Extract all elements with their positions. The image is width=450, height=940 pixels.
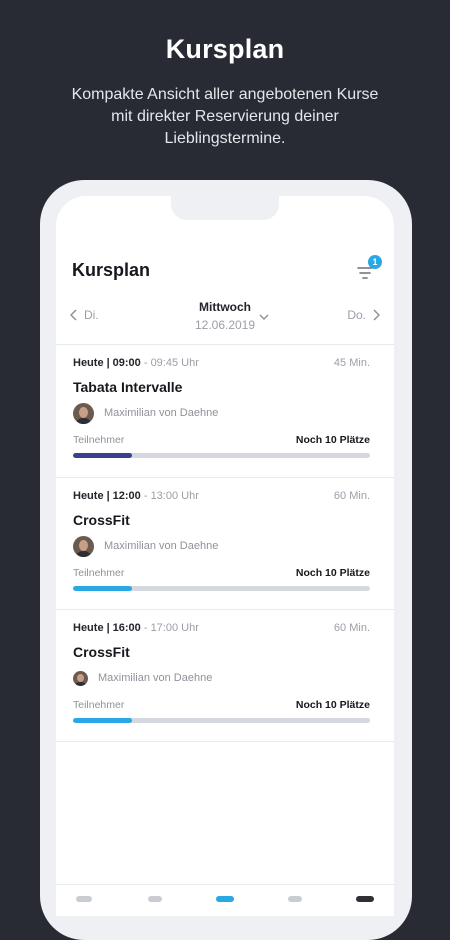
course-start: 09:00 xyxy=(112,357,141,369)
capacity-bar-fill xyxy=(73,718,133,723)
course-duration: 60 Min. xyxy=(333,490,370,502)
course-day: Heute xyxy=(73,622,104,634)
phone-notch xyxy=(171,196,279,220)
course-title: Tabata Intervalle xyxy=(73,379,183,395)
course-start: 16:00 xyxy=(112,622,141,634)
promo-subtitle: Kompakte Ansicht aller angebotenen Kurse… xyxy=(71,86,379,147)
spots-available: Noch 10 Plätze xyxy=(295,434,370,446)
chevron-down-icon xyxy=(259,314,269,320)
course-day: Heute xyxy=(73,357,104,369)
divider xyxy=(56,741,394,742)
avatar xyxy=(73,535,94,557)
tab-stats[interactable] xyxy=(288,896,302,902)
tab-bar-border xyxy=(56,884,394,885)
course-title: CrossFit xyxy=(73,644,130,660)
course-start: 12:00 xyxy=(112,490,141,502)
capacity-bar-fill xyxy=(73,453,133,458)
avatar xyxy=(73,670,88,686)
participants-label: Teilnehmer xyxy=(73,567,125,579)
course-end: - 13:00 Uhr xyxy=(143,490,199,502)
app-screen: Kursplan 1 Di. Mittwoch 12.06.2019 Do. H… xyxy=(56,196,394,916)
trainer: Maximilian von Daehne xyxy=(73,667,212,689)
tab-profile[interactable] xyxy=(356,896,374,902)
trainer: Maximilian von Daehne xyxy=(73,402,218,424)
course-day: Heute xyxy=(73,490,104,502)
tab-home[interactable] xyxy=(76,896,92,902)
course-title: CrossFit xyxy=(73,512,130,528)
current-day-selector[interactable]: Mittwoch 12.06.2019 xyxy=(56,300,394,332)
course-card[interactable]: Heute | 16:00 - 17:00 Uhr 60 Min. CrossFit… xyxy=(56,610,394,741)
next-day-button[interactable]: Do. xyxy=(347,308,380,322)
chevron-right-icon xyxy=(373,309,380,321)
capacity-bar xyxy=(73,718,370,723)
tab-schedule[interactable] xyxy=(216,896,234,902)
course-end: - 09:45 Uhr xyxy=(143,357,199,369)
course-time: Heute | 16:00 - 17:00 Uhr xyxy=(73,622,199,634)
course-card[interactable]: Heute | 12:00 - 13:00 Uhr 60 Min. CrossFit… xyxy=(56,478,394,609)
next-day-label: Do. xyxy=(347,308,366,322)
capacity-bar-fill xyxy=(73,586,133,591)
spots-available: Noch 10 Plätze xyxy=(295,567,370,579)
course-duration: 45 Min. xyxy=(333,357,370,369)
filter-button[interactable]: 1 xyxy=(356,255,384,284)
capacity-bar xyxy=(73,453,370,458)
trainer-name: Maximilian von Daehne xyxy=(104,540,219,552)
day-navigation: Di. Mittwoch 12.06.2019 Do. xyxy=(56,296,394,340)
trainer-name: Maximilian von Daehne xyxy=(104,407,219,419)
participants-label: Teilnehmer xyxy=(73,699,125,711)
current-weekday: Mittwoch xyxy=(199,300,251,314)
course-end: - 17:00 Uhr xyxy=(143,622,199,634)
trainer-name: Maximilian von Daehne xyxy=(98,672,213,684)
avatar xyxy=(73,402,94,424)
course-time: Heute | 09:00 - 09:45 Uhr xyxy=(73,357,199,369)
course-time: Heute | 12:00 - 13:00 Uhr xyxy=(73,490,199,502)
promo-title: Kursplan xyxy=(165,34,285,64)
participants-label: Teilnehmer xyxy=(73,434,125,446)
page-title: Kursplan xyxy=(72,260,151,280)
trainer: Maximilian von Daehne xyxy=(73,535,218,557)
course-duration: 60 Min. xyxy=(333,622,370,634)
capacity-bar xyxy=(73,586,370,591)
spots-available: Noch 10 Plätze xyxy=(295,699,370,711)
current-date: 12.06.2019 xyxy=(194,318,256,332)
course-card[interactable]: Heute | 09:00 - 09:45 Uhr 45 Min. Tabata I… xyxy=(56,345,394,476)
filter-badge: 1 xyxy=(368,255,382,269)
tab-courses[interactable] xyxy=(148,896,162,902)
